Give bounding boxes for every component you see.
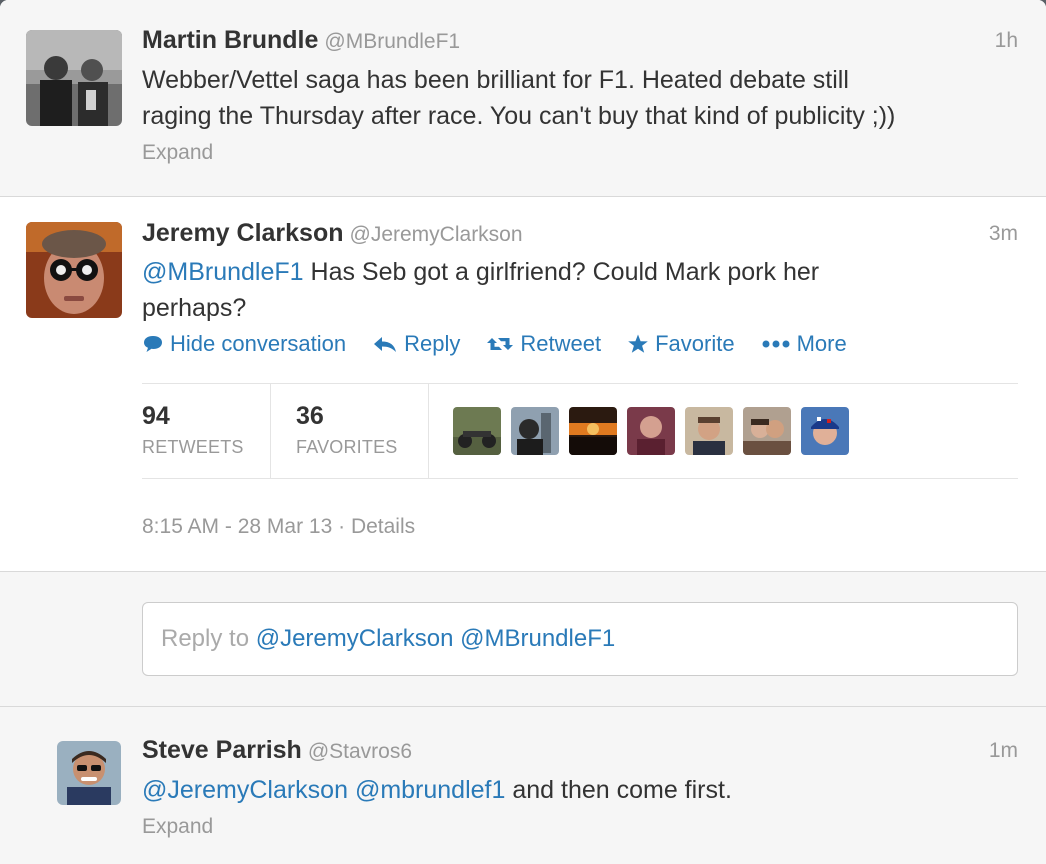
tweet-time[interactable]: 1m	[989, 739, 1018, 763]
favorite-button[interactable]: Favorite	[627, 331, 735, 357]
mention-link[interactable]: @MBrundleF1	[142, 258, 304, 286]
timestamp[interactable]: 8:15 AM - 28 Mar 13	[142, 515, 332, 538]
tweet-jeremy-clarkson[interactable]: Jeremy Clarkson @JeremyClarkson 3m @MBrun…	[0, 197, 1046, 571]
tweet-header: Jeremy Clarkson @JeremyClarkson 3m	[142, 219, 1018, 251]
avatar[interactable]	[26, 30, 122, 126]
expand-link[interactable]: Expand	[142, 815, 213, 839]
tweet-meta: 8:15 AM - 28 Mar 13 · Details	[142, 515, 415, 539]
tweet-actions: Hide conversation Reply Retweet Favorite…	[142, 329, 873, 359]
reply-arrow-icon	[374, 337, 397, 352]
hide-conversation-button[interactable]: Hide conversation	[142, 331, 346, 357]
author-name[interactable]: Jeremy Clarkson	[142, 219, 344, 247]
hide-conversation-label: Hide conversation	[170, 331, 347, 356]
tweet-header: Martin Brundle @MBrundleF1 1h	[142, 26, 1018, 58]
tweet-text: Webber/Vettel saga has been brilliant fo…	[142, 62, 1018, 134]
reply-placeholder: Reply to @JeremyClarkson @MBrundleF1	[161, 625, 615, 653]
tweet-stats: 94 RETWEETS 36 FAVORITES	[142, 383, 1018, 479]
reply-mentions: @JeremyClarkson @MBrundleF1	[255, 625, 616, 652]
tweet-text: @MBrundleF1 Has Seb got a girlfriend? Co…	[142, 254, 1018, 326]
favoriter-avatars	[453, 407, 859, 455]
avatar[interactable]	[26, 222, 122, 318]
tweet-steve-parrish[interactable]: Steve Parrish @Stavros6 1m @JeremyClarkso…	[0, 707, 1046, 864]
author-handle[interactable]: @JeremyClarkson	[350, 223, 523, 246]
favoriter-avatar[interactable]	[511, 407, 559, 455]
author-name[interactable]: Steve Parrish	[142, 736, 302, 764]
avatar[interactable]	[57, 741, 121, 805]
author-name[interactable]: Martin Brundle	[142, 26, 318, 54]
favorite-label: Favorite	[655, 331, 735, 356]
speech-bubble-icon	[144, 336, 162, 352]
tweet-martin-brundle[interactable]: Martin Brundle @MBrundleF1 1h Webber/Vett…	[0, 0, 1046, 196]
expand-link[interactable]: Expand	[142, 141, 213, 165]
retweets-count: 94	[142, 402, 170, 430]
mention-link[interactable]: @JeremyClarkson	[142, 776, 348, 804]
more-button[interactable]: More	[761, 331, 847, 357]
favoriter-avatar[interactable]	[569, 407, 617, 455]
favoriter-avatar[interactable]	[685, 407, 733, 455]
tweet-text-line: raging the Thursday after race. You can'…	[142, 102, 896, 130]
stat-divider	[270, 384, 271, 478]
avatar-image	[57, 741, 121, 805]
more-dots-icon	[762, 340, 790, 348]
reply-input[interactable]: Reply to @JeremyClarkson @MBrundleF1	[142, 602, 1018, 676]
author-handle[interactable]: @Stavros6	[308, 740, 412, 763]
tweet-time[interactable]: 1h	[995, 29, 1018, 53]
favorites-count: 36	[296, 402, 324, 430]
retweet-label: Retweet	[520, 331, 602, 356]
author-handle[interactable]: @MBrundleF1	[324, 30, 460, 53]
retweets-label: RETWEETS	[142, 437, 244, 457]
tweet-text-line: Has Seb got a girlfriend? Could Mark por…	[303, 258, 820, 286]
tweet-text-line: perhaps?	[142, 294, 247, 322]
retweet-button[interactable]: Retweet	[486, 331, 601, 357]
reply-button[interactable]: Reply	[372, 331, 460, 357]
reply-prefix: Reply to	[161, 625, 256, 652]
favorites-label: FAVORITES	[296, 437, 398, 457]
mention-link[interactable]: @mbrundlef1	[355, 776, 505, 804]
details-link[interactable]: Details	[351, 515, 415, 538]
favoriter-avatar[interactable]	[453, 407, 501, 455]
reply-area: Reply to @JeremyClarkson @MBrundleF1	[0, 572, 1046, 706]
tweet-header: Steve Parrish @Stavros6 1m	[142, 736, 1018, 768]
tweet-text: @JeremyClarkson @mbrundlef1 and then com…	[142, 772, 1018, 808]
stat-divider	[428, 384, 429, 478]
meta-separator: ·	[332, 515, 351, 538]
favoriter-avatar[interactable]	[801, 407, 849, 455]
tweet-text-line: and then come first.	[505, 776, 732, 804]
reply-label: Reply	[404, 331, 461, 356]
avatar-image	[26, 30, 122, 126]
retweet-icon	[487, 338, 514, 350]
more-label: More	[796, 331, 847, 356]
tweet-time[interactable]: 3m	[989, 222, 1018, 246]
avatar-image	[26, 222, 122, 318]
star-icon	[628, 334, 648, 353]
favoriter-avatar[interactable]	[627, 407, 675, 455]
favoriter-avatar[interactable]	[743, 407, 791, 455]
tweet-text-line: Webber/Vettel saga has been brilliant fo…	[142, 66, 849, 94]
tweet-timeline: Martin Brundle @MBrundleF1 1h Webber/Vett…	[0, 0, 1046, 864]
